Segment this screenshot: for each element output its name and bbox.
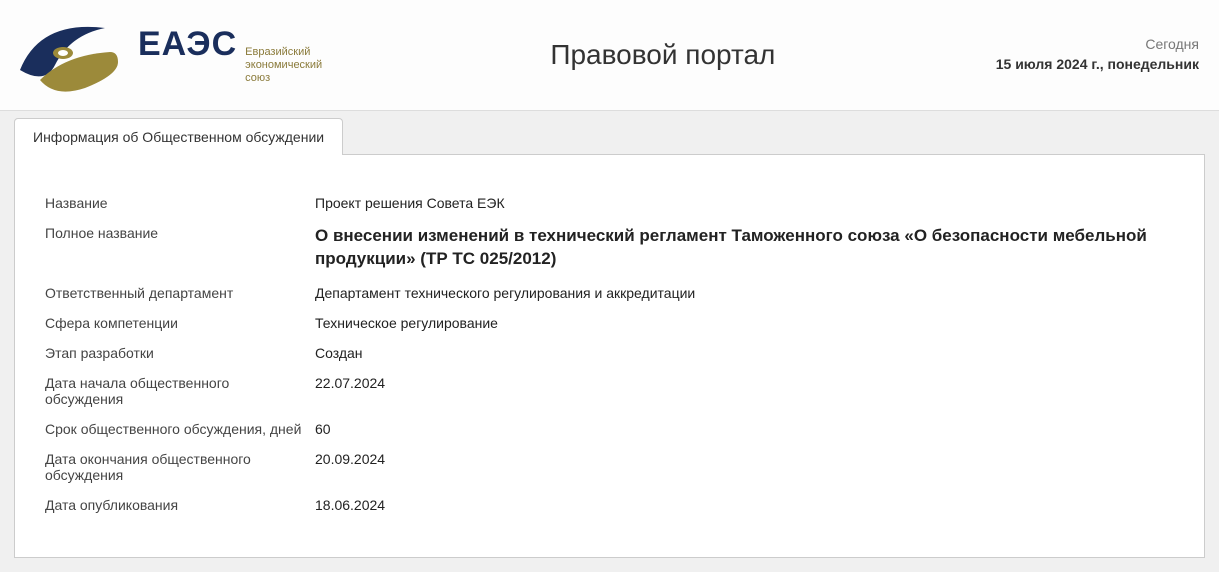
logo-text: ЕАЭС Евразийский экономический союз xyxy=(138,25,322,86)
logo-acronym: ЕАЭС xyxy=(138,25,237,64)
info-value: 20.09.2024 xyxy=(315,451,1174,467)
tab-public-discussion-info[interactable]: Информация об Общественном обсуждении xyxy=(14,118,343,155)
info-value: Проект решения Совета ЕЭК xyxy=(315,195,1174,211)
info-value: 18.06.2024 xyxy=(315,497,1174,513)
info-value: Создан xyxy=(315,345,1174,361)
info-value: Департамент технического регулирования и… xyxy=(315,285,1174,301)
info-label: Ответственный департамент xyxy=(45,285,315,301)
info-value: 22.07.2024 xyxy=(315,375,1174,391)
tabs-bar: Информация об Общественном обсуждении xyxy=(0,111,1219,154)
info-label: Дата опубликования xyxy=(45,497,315,513)
info-value: О внесении изменений в технический регла… xyxy=(315,225,1174,271)
info-label: Дата начала общественного обсуждения xyxy=(45,375,315,407)
info-row: Ответственный департаментДепартамент тех… xyxy=(45,285,1174,301)
info-row: Дата начала общественного обсуждения22.0… xyxy=(45,375,1174,407)
logo-subtitle: Евразийский экономический союз xyxy=(245,46,322,86)
portal-title: Правовой портал xyxy=(330,39,996,71)
info-label: Этап разработки xyxy=(45,345,315,361)
logo: ЕАЭС Евразийский экономический союз xyxy=(10,10,330,100)
logo-icon xyxy=(10,10,130,100)
info-label: Срок общественного обсуждения, дней xyxy=(45,421,315,437)
info-row: Дата опубликования18.06.2024 xyxy=(45,497,1174,513)
current-date: Сегодня 15 июля 2024 г., понедельник xyxy=(996,35,1199,74)
info-row: Дата окончания общественного обсуждения2… xyxy=(45,451,1174,483)
info-value: Техническое регулирование xyxy=(315,315,1174,331)
content-panel: НазваниеПроект решения Совета ЕЭКПолное … xyxy=(14,154,1205,558)
today-date: 15 июля 2024 г., понедельник xyxy=(996,55,1199,75)
info-row: Срок общественного обсуждения, дней60 xyxy=(45,421,1174,437)
info-row: Сфера компетенцииТехническое регулирован… xyxy=(45,315,1174,331)
info-row: Полное названиеО внесении изменений в те… xyxy=(45,225,1174,271)
today-label: Сегодня xyxy=(996,35,1199,55)
info-label: Полное название xyxy=(45,225,315,241)
info-label: Название xyxy=(45,195,315,211)
info-value: 60 xyxy=(315,421,1174,437)
info-label: Сфера компетенции xyxy=(45,315,315,331)
info-label: Дата окончания общественного обсуждения xyxy=(45,451,315,483)
info-row: Этап разработкиСоздан xyxy=(45,345,1174,361)
page-header: ЕАЭС Евразийский экономический союз Прав… xyxy=(0,0,1219,111)
info-row: НазваниеПроект решения Совета ЕЭК xyxy=(45,195,1174,211)
